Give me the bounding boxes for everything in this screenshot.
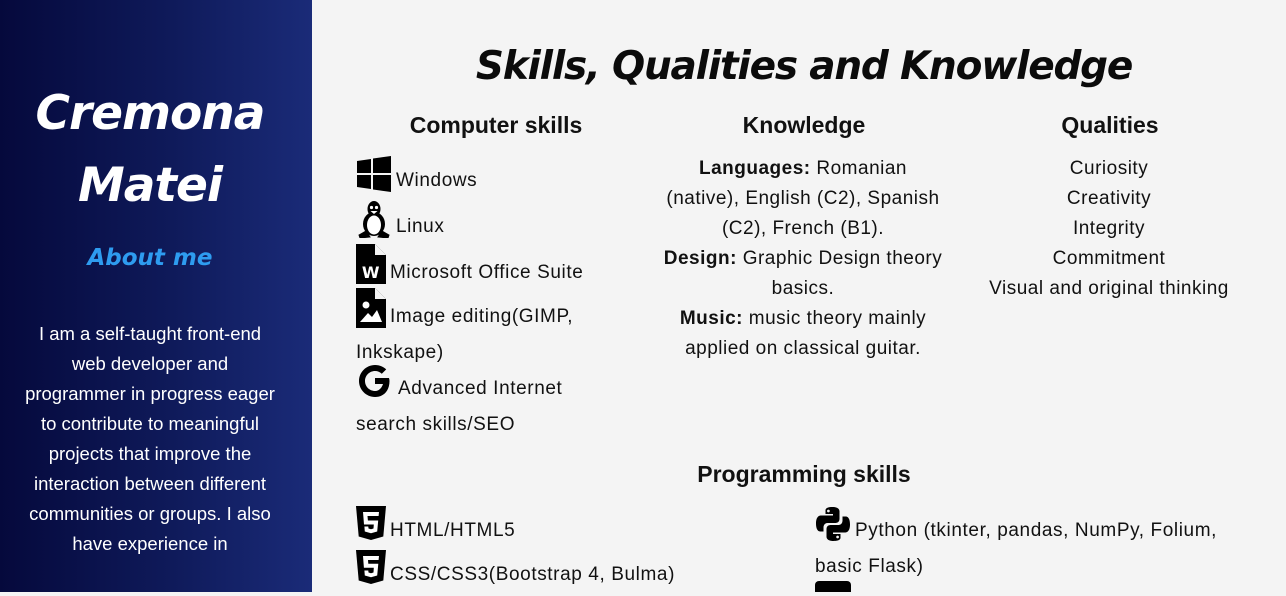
skill-windows: Windows (356, 156, 626, 202)
windows-icon (356, 156, 392, 202)
quality-item: Creativity (1066, 188, 1152, 209)
google-icon (356, 362, 394, 410)
music-label: Music: (679, 308, 743, 329)
languages-label: Languages: (698, 158, 811, 179)
skill-python: Python (tkinter, pandas, NumPy, Folium, … (815, 506, 1255, 582)
about-me-link[interactable]: About me (0, 245, 300, 271)
page-title: Skills, Qualities and Knowledge (475, 44, 1133, 89)
linux-icon (356, 200, 392, 248)
computer-skills-heading: Computer skills (409, 112, 583, 138)
qualities-list: Curiosity Creativity Integrity Commitmen… (962, 154, 1256, 304)
html5-icon (356, 506, 386, 552)
design-label: Design: (663, 248, 737, 269)
programming-skills-heading: Programming skills (697, 461, 911, 487)
skill-label: Python (tkinter, pandas, NumPy, Folium, … (815, 520, 1218, 577)
knowledge-text: Languages: Romanian (native), English (C… (662, 154, 944, 364)
knowledge-heading: Knowledge (742, 112, 866, 138)
skill-image-editing: Image editing(GIMP, Inkskape) (356, 288, 626, 368)
skill-label: Linux (396, 216, 445, 237)
name-last: Matei (78, 158, 223, 213)
skill-label: Microsoft Office Suite (390, 262, 584, 283)
quality-item: Curiosity (1069, 158, 1149, 179)
partial-icon (815, 581, 851, 592)
skill-office: W Microsoft Office Suite (356, 244, 626, 294)
skill-html: HTML/HTML5 (356, 506, 756, 552)
python-icon (815, 506, 851, 552)
skill-label: Windows (396, 170, 478, 191)
quality-item: Commitment (1052, 248, 1166, 269)
skill-label: CSS/CSS3(Bootstrap 4, Bulma) (390, 564, 676, 585)
skill-label: HTML/HTML5 (390, 520, 516, 541)
skill-label: Image editing(GIMP, Inkskape) (356, 306, 574, 363)
main-content: Skills, Qualities and Knowledge Computer… (312, 0, 1286, 592)
skill-css: CSS/CSS3(Bootstrap 4, Bulma) (356, 550, 756, 596)
image-file-icon (356, 288, 386, 338)
css3-icon (356, 550, 386, 596)
skill-linux: Linux (356, 200, 626, 248)
skill-search: Advanced Internet search skills/SEO (356, 362, 626, 440)
word-file-icon: W (356, 244, 386, 294)
quality-item: Integrity (1072, 218, 1146, 239)
quality-item: Visual and original thinking (989, 278, 1229, 299)
sidebar: Cremona Matei About me I am a self-taugh… (0, 0, 312, 592)
design-text: Graphic Design theory basics. (736, 248, 943, 299)
svg-text:W: W (362, 263, 380, 282)
about-text: I am a self-taught front-end web develop… (25, 323, 275, 554)
qualities-heading: Qualities (1061, 112, 1159, 138)
name-first: Cremona (35, 86, 266, 141)
